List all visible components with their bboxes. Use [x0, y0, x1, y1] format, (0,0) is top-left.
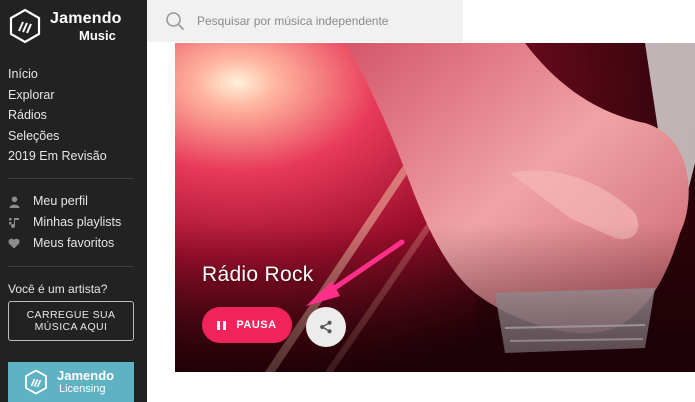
artist-question: Você é um artista? [8, 282, 108, 296]
sidebar-divider [8, 178, 134, 179]
nav-item-explorar[interactable]: Explorar [8, 85, 107, 106]
pause-icon [217, 320, 227, 330]
nav-item-minhas-playlists[interactable]: Minhas playlists [8, 212, 121, 233]
nav-item-selecoes[interactable]: Seleções [8, 126, 107, 147]
annotation-arrow [306, 239, 405, 306]
sidebar: Jamendo Music Início Explorar Rádios Sel… [0, 0, 147, 402]
share-button[interactable] [306, 307, 346, 347]
nav-item-meu-perfil[interactable]: Meu perfil [8, 191, 121, 212]
nav-item-inicio[interactable]: Início [8, 64, 107, 85]
sidebar-divider [8, 266, 134, 267]
jamendo-licensing-banner[interactable]: Jamendo Licensing [8, 362, 134, 402]
app-window: Jamendo Music Início Explorar Rádios Sel… [0, 0, 695, 402]
radio-title: Rádio Rock [202, 263, 314, 286]
search-bar [147, 0, 463, 42]
search-input[interactable] [197, 14, 463, 28]
share-icon [320, 320, 332, 334]
heart-icon [8, 238, 20, 250]
nav-item-2019-em-revisao[interactable]: 2019 Em Revisão [8, 146, 107, 167]
user-icon [8, 196, 20, 208]
nav-item-radios[interactable]: Rádios [8, 105, 107, 126]
nav-item-label: Meu perfil [33, 194, 88, 208]
nav-item-label: Meus favoritos [33, 236, 115, 250]
pause-label: PAUSA [236, 319, 277, 331]
nav-item-label: Minhas playlists [33, 215, 122, 229]
nav-item-meus-favoritos[interactable]: Meus favoritos [8, 233, 121, 254]
main-nav: Início Explorar Rádios Seleções 2019 Em … [8, 64, 107, 167]
licensing-name: Jamendo [57, 368, 115, 383]
search-icon[interactable] [165, 11, 185, 31]
playlist-icon [8, 217, 20, 229]
brand-subtitle: Music [79, 27, 116, 43]
licensing-subtitle: Licensing [59, 383, 106, 395]
upload-music-button[interactable]: CARREGUE SUA MÚSICA AQUI [8, 301, 134, 341]
pause-button[interactable]: PAUSA [202, 307, 292, 343]
radio-hero: Rádio Rock PAUSA [175, 43, 695, 372]
jamendo-logo[interactable]: Jamendo Music [8, 8, 122, 44]
brand-name: Jamendo [50, 9, 122, 27]
logo-hexagon-icon [9, 8, 41, 44]
user-nav: Meu perfil Minhas playlists Meus favorit… [8, 191, 121, 254]
licensing-hexagon-icon [25, 369, 47, 395]
